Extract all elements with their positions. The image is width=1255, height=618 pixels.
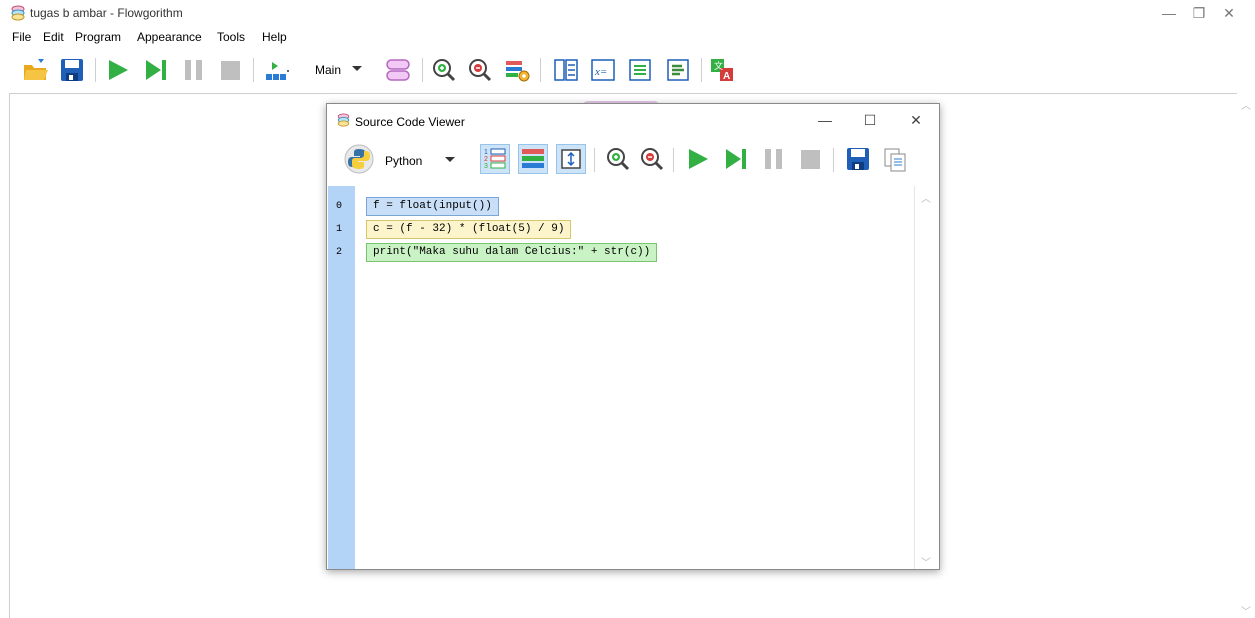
stop-icon[interactable] — [796, 144, 826, 174]
scroll-down-icon[interactable]: ﹀ — [1241, 603, 1251, 618]
menu-tools[interactable]: Tools — [217, 30, 245, 44]
pause-icon[interactable] — [759, 144, 789, 174]
save-icon[interactable] — [843, 144, 873, 174]
line-number: 2 — [336, 247, 343, 258]
pause-icon[interactable] — [180, 56, 208, 84]
scroll-down-icon[interactable]: ﹀ — [921, 554, 931, 569]
console-icon[interactable]: x= — [589, 56, 617, 84]
code-line-assign[interactable]: c = (f - 32) * (float(5) / 9) — [366, 220, 572, 239]
zoom-out-icon[interactable] — [466, 56, 494, 84]
source-code-icon[interactable] — [626, 56, 654, 84]
menu-bar: File Edit Program Appearance Tools Help — [0, 27, 1255, 47]
zoom-in-icon[interactable] — [603, 144, 633, 174]
menu-appearance[interactable]: Appearance — [137, 30, 202, 44]
svg-text:1: 1 — [484, 149, 488, 156]
add-function-icon[interactable] — [384, 56, 412, 84]
main-toolbar: Main x= 文 A — [0, 50, 1255, 90]
menu-edit[interactable]: Edit — [43, 30, 64, 44]
toolbar-separator — [540, 58, 541, 82]
code-line-input[interactable]: f = float(input()) — [366, 197, 499, 216]
svg-text:A: A — [723, 71, 730, 82]
close-button[interactable]: ✕ — [1214, 4, 1244, 24]
maximize-button[interactable]: ❐ — [1184, 4, 1214, 24]
menu-help[interactable]: Help — [262, 30, 287, 44]
auto-scroll-toggle[interactable] — [556, 144, 586, 174]
copy-icon[interactable] — [880, 144, 910, 174]
line-number: 0 — [336, 201, 343, 212]
viewer-minimize-button[interactable]: — — [809, 110, 841, 132]
toolbar-separator — [253, 58, 254, 82]
language-select[interactable]: Python — [385, 154, 422, 168]
source-code-viewer-window: Source Code Viewer — ☐ ✕ Python 1 2 3 0 … — [326, 103, 940, 570]
open-folder-icon[interactable] — [22, 56, 50, 84]
viewer-toolbar-separator — [594, 148, 595, 172]
svg-text:2: 2 — [484, 156, 488, 163]
viewer-maximize-button[interactable]: ☐ — [854, 110, 886, 132]
zoom-in-icon[interactable] — [430, 56, 458, 84]
menu-program[interactable]: Program — [75, 30, 121, 44]
scroll-up-icon[interactable]: ︿ — [1241, 97, 1251, 112]
scroll-up-icon[interactable]: ︿ — [921, 190, 931, 205]
chart-icon[interactable] — [664, 56, 692, 84]
viewer-title: Source Code Viewer — [355, 115, 465, 129]
flowgorithm-app: tugas b ambar - Flowgorithm — ❐ ✕ File E… — [0, 0, 1255, 618]
toolbar-separator — [422, 58, 423, 82]
step-icon[interactable] — [142, 56, 170, 84]
variable-watch-icon[interactable] — [552, 56, 580, 84]
viewer-close-button[interactable]: ✕ — [900, 110, 932, 132]
color-blocks-icon — [522, 149, 544, 168]
layout-icon[interactable] — [262, 56, 290, 84]
svg-text:x=: x= — [594, 66, 607, 78]
step-icon[interactable] — [721, 144, 751, 174]
highlight-toggle[interactable] — [518, 144, 548, 174]
settings-icon[interactable] — [503, 56, 531, 84]
toolbar-separator — [701, 58, 702, 82]
svg-text:文: 文 — [714, 60, 723, 71]
viewer-toolbar-separator — [833, 148, 834, 172]
flowgorithm-logo-icon — [337, 113, 350, 127]
line-number: 1 — [336, 224, 343, 235]
line-numbers-toggle[interactable]: 1 2 3 — [480, 144, 510, 174]
zoom-out-icon[interactable] — [637, 144, 667, 174]
viewer-toolbar-separator — [673, 148, 674, 172]
viewer-scrollbar[interactable]: ︿ ﹀ — [914, 186, 938, 569]
run-icon[interactable] — [683, 144, 713, 174]
menu-file[interactable]: File — [12, 30, 31, 44]
toolbar-separator — [95, 58, 96, 82]
python-logo-icon — [344, 144, 374, 174]
minimize-button[interactable]: — — [1154, 4, 1184, 24]
save-icon[interactable] — [58, 56, 86, 84]
code-line-output[interactable]: print("Maka suhu dalam Celcius:" + str(c… — [366, 243, 658, 262]
chevron-down-icon[interactable] — [351, 62, 363, 74]
line-numbers-icon: 1 2 3 — [484, 148, 506, 170]
code-area[interactable]: 0 1 2 f = float(input()) c = (f - 32) * … — [328, 186, 914, 569]
run-icon[interactable] — [104, 56, 132, 84]
canvas-scrollbar[interactable]: ︿ ﹀ — [1237, 93, 1255, 618]
function-select[interactable]: Main — [315, 63, 341, 77]
flowgorithm-logo-icon — [11, 5, 25, 21]
fit-height-icon — [561, 149, 581, 169]
line-number-gutter — [328, 186, 355, 569]
title-bar: tugas b ambar - Flowgorithm — ❐ ✕ — [0, 0, 1255, 27]
chevron-down-icon[interactable] — [444, 153, 456, 165]
stop-icon[interactable] — [217, 56, 245, 84]
svg-text:3: 3 — [484, 163, 488, 170]
translate-icon[interactable]: 文 A — [708, 56, 736, 84]
window-title: tugas b ambar - Flowgorithm — [30, 6, 183, 20]
